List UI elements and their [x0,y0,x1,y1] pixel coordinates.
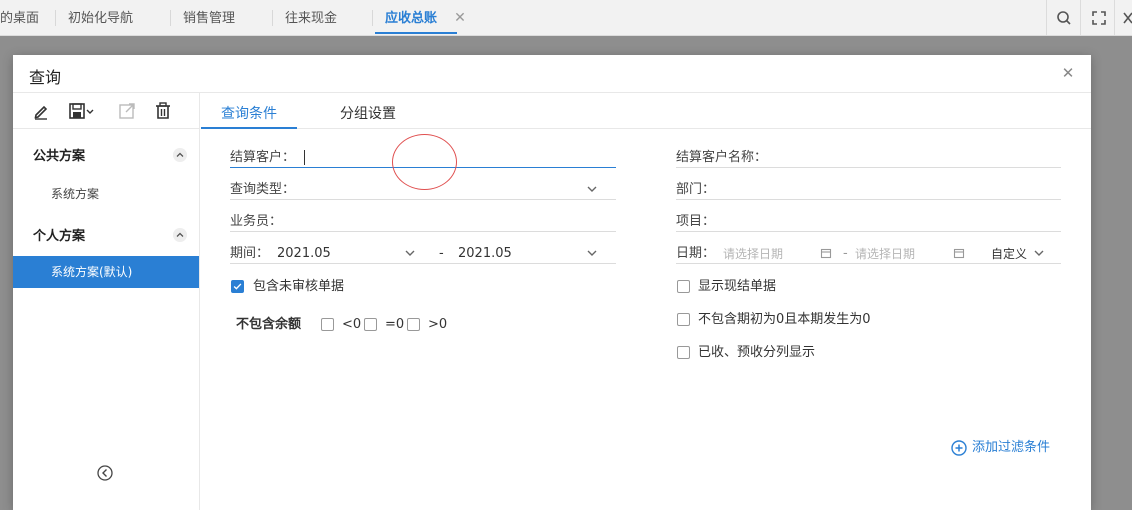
query-panel: 查询条件 分组设置 结算客户： 查询类型： 业务员： 期间： 2021.05 -… [201,93,1091,510]
group-public-schemes[interactable]: 公共方案 [33,145,85,164]
save-icon[interactable] [67,101,97,121]
chevron-down-icon[interactable] [586,247,598,259]
department-field[interactable]: 部门： [676,180,1061,200]
tab-separator [372,10,373,26]
close-icon[interactable] [1122,9,1132,27]
show-received-separately-label: 已收、预收分列显示 [698,345,816,360]
exclude-zero-checkbox[interactable]: 不包含期初为0且本期发生为0 [677,312,937,328]
tab-sales-label: 销售管理 [183,11,236,26]
chevron-down-icon[interactable] [404,247,416,259]
chevron-down-icon[interactable] [586,183,598,195]
tab-receivable-ledger-label: 应收总账 [385,11,438,26]
date-to-input[interactable]: 请选择日期 [855,244,915,264]
scheme-toolbar [13,93,200,129]
settle-customer-field[interactable]: 结算客户： [230,148,616,168]
exclude-balance-row: 不包含余额 <0 =0 >0 [236,317,476,333]
settle-customer-label: 结算客户： [230,150,296,165]
query-tabs: 查询条件 分组设置 [201,93,1091,129]
checkbox-checked-icon[interactable] [231,280,244,293]
show-cash-settlement-label: 显示现结单据 [698,279,777,294]
tab-separator [55,10,56,26]
tab-desktop[interactable]: 的桌面 [0,0,39,36]
balance-lt0-checkbox[interactable] [321,318,334,331]
show-cash-settlement-checkbox[interactable]: 显示现结单据 [677,279,877,295]
delete-icon[interactable] [153,101,173,121]
date-from-input[interactable]: 请选择日期 [723,244,783,264]
fullscreen-icon[interactable] [1090,9,1108,27]
query-type-field[interactable]: 查询类型： [230,180,616,200]
calendar-icon[interactable] [820,247,832,259]
project-label: 项目： [676,214,716,229]
settle-customer-name-field[interactable]: 结算客户名称： [676,148,1061,168]
edit-icon[interactable] [31,101,51,121]
active-tab-underline [375,32,458,34]
salesperson-label: 业务员： [230,214,283,229]
exclude-zero-label: 不包含期初为0且本期发生为0 [698,312,871,327]
add-filter-label: 添加过滤条件 [972,440,1051,455]
divider [1114,0,1115,36]
checkbox[interactable] [677,313,690,326]
department-label: 部门： [676,182,716,197]
chevron-down-icon[interactable] [1033,247,1045,259]
tab-group-settings[interactable]: 分组设置 [340,103,396,123]
settle-customer-name-label: 结算客户名称： [676,150,768,165]
tab-query-conditions[interactable]: 查询条件 [221,103,277,123]
period-to-select[interactable]: 2021.05 [458,244,512,264]
date-field: 日期： 请选择日期 - 请选择日期 自定义 [676,244,1061,264]
period-from-select[interactable]: 2021.05 [277,244,331,264]
dialog-title: 查询 [29,68,62,87]
period-field: 期间： 2021.05 - 2021.05 [230,244,616,264]
tab-sales[interactable]: 销售管理 [183,0,235,36]
include-unaudited-checkbox[interactable]: 包含未审核单据 [231,279,431,295]
scheme-item-system-default[interactable]: 系统方案(默认) [13,256,199,288]
tab-separator [170,10,171,26]
tab-init-nav[interactable]: 初始化导航 [68,0,133,36]
active-tab-underline [201,127,297,129]
search-icon[interactable] [1055,9,1073,27]
date-label: 日期： [676,246,716,261]
period-dash: - [439,246,444,261]
show-received-separately-checkbox[interactable]: 已收、预收分列显示 [677,345,897,361]
export-icon[interactable] [117,101,137,121]
tab-desktop-label: 的桌面 [0,11,40,26]
text-cursor [304,150,305,165]
calendar-icon[interactable] [953,247,965,259]
salesperson-field[interactable]: 业务员： [230,212,616,232]
checkbox[interactable] [677,346,690,359]
group-personal-schemes[interactable]: 个人方案 [33,225,85,244]
divider [1080,0,1081,36]
balance-eq0-checkbox[interactable] [364,318,377,331]
chevron-up-icon[interactable] [173,228,187,242]
period-label: 期间： [230,246,270,261]
tab-close-icon[interactable]: ✕ [453,11,467,25]
dialog-close-icon[interactable]: ✕ [1061,66,1075,81]
tab-cash-label: 往来现金 [285,11,338,26]
include-unaudited-label: 包含未审核单据 [253,279,345,294]
balance-lt0-label: <0 [342,317,362,332]
tab-init-nav-label: 初始化导航 [68,11,134,26]
chevron-up-icon[interactable] [173,148,187,162]
scheme-item-system[interactable]: 系统方案 [51,185,99,202]
top-tab-bar: 的桌面 初始化导航 销售管理 往来现金 应收总账 ✕ [0,0,1132,36]
scheme-panel: 公共方案 系统方案 个人方案 系统方案(默认) [13,93,200,510]
balance-gt0-label: >0 [428,317,448,332]
date-mode-select[interactable]: 自定义 [991,244,1027,264]
tab-cash[interactable]: 往来现金 [285,0,337,36]
balance-gt0-checkbox[interactable] [407,318,420,331]
exclude-balance-label: 不包含余额 [236,317,302,332]
plus-circle-icon [951,440,967,456]
divider [1046,0,1047,36]
query-type-label: 查询类型： [230,182,296,197]
checkbox[interactable] [677,280,690,293]
tab-separator [272,10,273,26]
collapse-left-icon[interactable] [97,465,113,481]
balance-eq0-label: =0 [385,317,405,332]
date-dash: - [843,246,848,261]
tab-receivable-ledger[interactable]: 应收总账 [375,0,458,36]
query-dialog: 查询 ✕ 公共方案 系统方案 个人方案 系统方案(默认) 查询条件 分组设置 结… [13,55,1091,510]
project-field[interactable]: 项目： [676,212,1061,232]
